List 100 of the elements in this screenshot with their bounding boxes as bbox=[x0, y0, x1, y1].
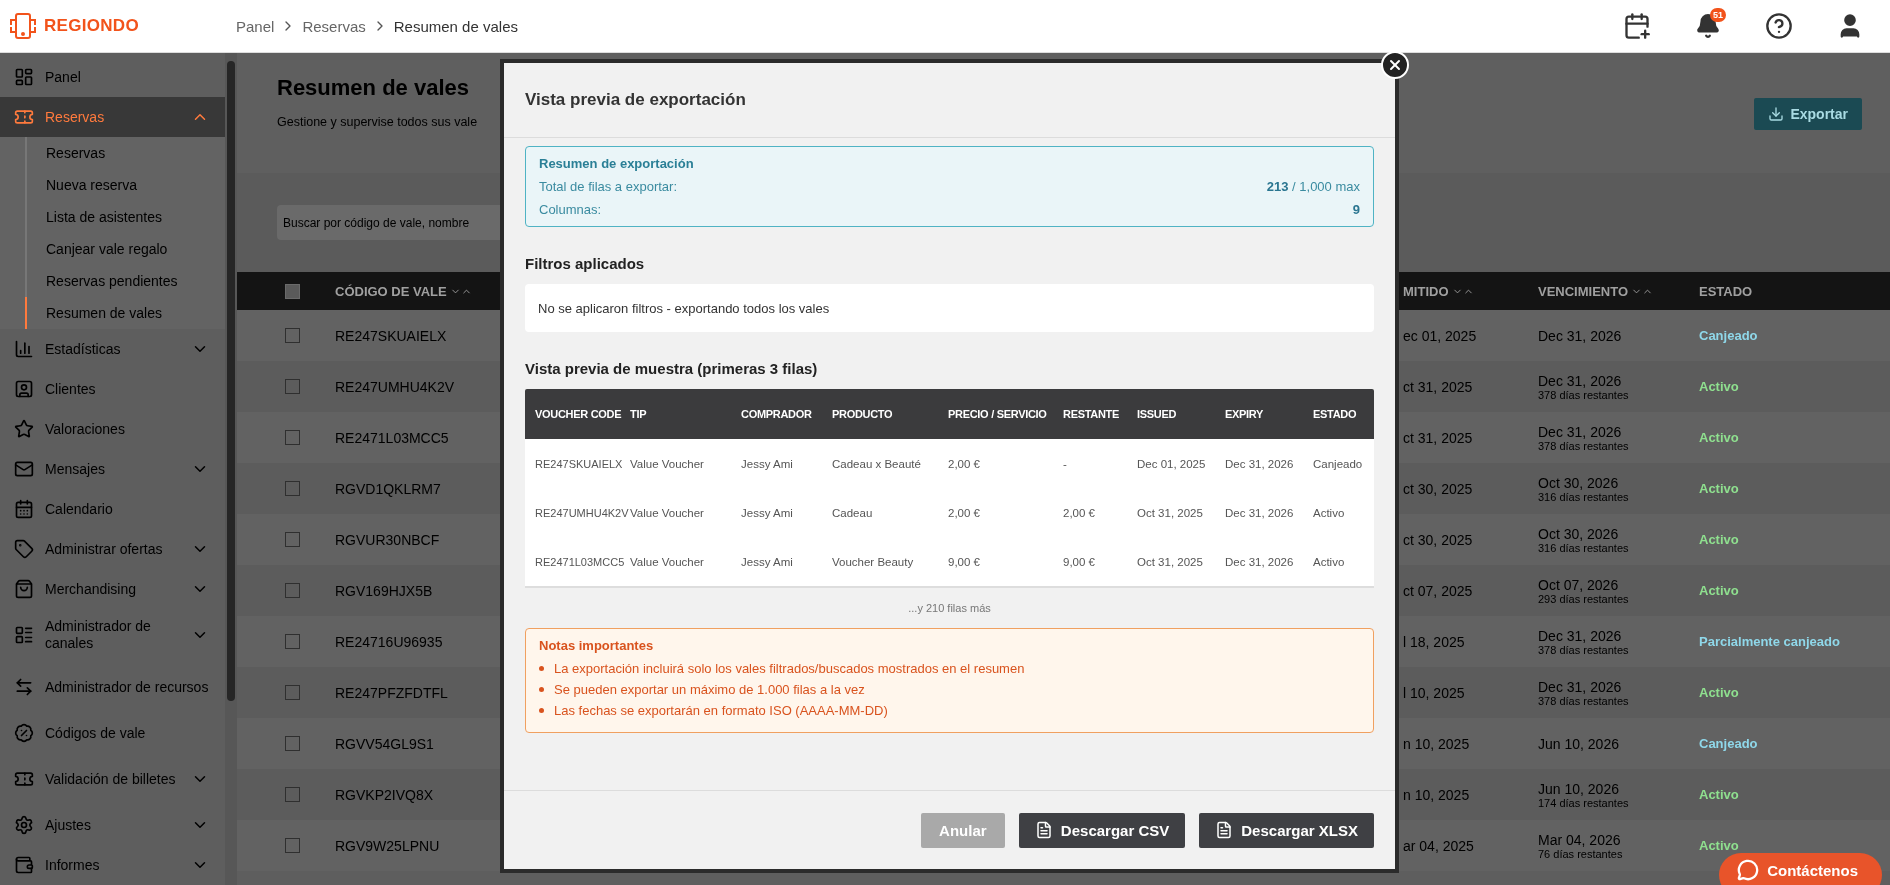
sidebar-item[interactable]: Informes bbox=[0, 845, 225, 885]
breadcrumb-link[interactable]: Panel bbox=[236, 17, 275, 35]
days-remaining: 378 días restantes bbox=[1538, 694, 1630, 707]
download-button[interactable]: Descargar XLSX bbox=[1199, 812, 1374, 848]
table-cell: RE247SKUAIELX bbox=[335, 327, 447, 344]
table-cell-text: Cadeau bbox=[832, 505, 874, 520]
table-cell-text: Jessy Ami bbox=[741, 554, 794, 569]
ticket-icon bbox=[14, 769, 34, 789]
row-checkbox[interactable] bbox=[285, 481, 300, 496]
table-cell: RGV169HJX5B bbox=[335, 582, 433, 599]
calendar-add-icon[interactable] bbox=[1623, 12, 1651, 40]
sidebar-item[interactable]: Administrar ofertas bbox=[0, 529, 225, 569]
dashboard-icon bbox=[14, 67, 34, 87]
row-checkbox[interactable] bbox=[285, 736, 300, 751]
status-text: Canjeado bbox=[1699, 736, 1759, 751]
table-cell-text: Jessy Ami bbox=[741, 456, 794, 471]
contact-icon bbox=[14, 379, 34, 399]
table-cell: RE2471L03MCC5 bbox=[335, 429, 449, 446]
export-button[interactable]: Exportar bbox=[1754, 98, 1862, 130]
scrollbar[interactable] bbox=[227, 61, 235, 701]
sidebar-item[interactable]: Validación de billetes bbox=[0, 753, 225, 805]
row-checkbox[interactable] bbox=[285, 634, 300, 649]
column-header[interactable]: MITIDO bbox=[1403, 283, 1538, 299]
page-title: Resumen de vales bbox=[277, 75, 470, 101]
breadcrumb-link[interactable]: Reservas bbox=[302, 17, 366, 35]
summary-title: Resumen de exportación bbox=[539, 156, 695, 171]
sidebar-item[interactable]: Administrador de recursos bbox=[0, 661, 225, 713]
column-header: COMPRADOR bbox=[741, 408, 813, 420]
column-header[interactable]: CÓDIGO DE VALE bbox=[335, 283, 472, 299]
table-cell: RGVKP2IVQ8X bbox=[335, 786, 434, 803]
close-icon bbox=[1387, 57, 1403, 73]
notifications-icon[interactable] bbox=[1695, 13, 1721, 39]
table-cell-text: Jessy Ami bbox=[741, 505, 794, 520]
days-remaining: 378 días restantes bbox=[1538, 388, 1630, 401]
table-cell-text: n 10, 2025 bbox=[1403, 735, 1471, 752]
table-cell-text: ar 04, 2025 bbox=[1403, 837, 1475, 854]
column-header: PRODUCTO bbox=[832, 408, 894, 420]
table-cell-text: RE247UMHU4K2V bbox=[534, 505, 630, 520]
table-cell-text: - bbox=[1063, 456, 1068, 471]
table-cell-text: Dec 31, 2026 bbox=[1538, 678, 1623, 695]
breadcrumb-link[interactable]: Resumen de vales bbox=[393, 17, 518, 35]
status-text: Activo bbox=[1699, 685, 1740, 700]
row-checkbox[interactable] bbox=[285, 328, 300, 343]
sidebar-item[interactable]: Administrador de canales bbox=[0, 609, 225, 661]
table-cell-text: Activo bbox=[1313, 554, 1346, 569]
note-text: Las fechas se exportarán en formato ISO (AAAA-MM-DD) bbox=[554, 703, 888, 718]
status-text: Parcialmente canjeado bbox=[1699, 634, 1841, 649]
sidebar-item[interactable]: Clientes bbox=[0, 369, 225, 409]
days-remaining: 174 días restantes bbox=[1538, 796, 1630, 809]
row-checkbox[interactable] bbox=[285, 838, 300, 853]
table-cell-text: Dec 31, 2026 bbox=[1225, 456, 1295, 471]
sidebar-item[interactable]: Reservas bbox=[0, 97, 225, 137]
table-cell-text: Dec 31, 2026 bbox=[1225, 554, 1295, 569]
chat-icon bbox=[1737, 859, 1760, 881]
table-cell-text: Dec 31, 2026 bbox=[1538, 372, 1623, 389]
table-cell-text: Jun 10, 2026 bbox=[1538, 780, 1620, 797]
sidebar-item[interactable]: Valoraciones bbox=[0, 409, 225, 449]
table-cell: RGVD1QKLRM7 bbox=[335, 480, 441, 497]
row-checkbox[interactable] bbox=[285, 685, 300, 700]
settings-icon bbox=[14, 815, 34, 835]
table-cell: RGV9W25LPNU bbox=[335, 837, 440, 854]
table-cell-text: l 18, 2025 bbox=[1403, 633, 1466, 650]
sidebar-item[interactable]: Códigos de vale bbox=[0, 713, 225, 753]
help-icon[interactable] bbox=[1765, 12, 1793, 40]
more-rows-note: ...y 210 filas más bbox=[907, 602, 992, 614]
column-header[interactable]: ESTADO bbox=[1699, 283, 1890, 299]
sidebar-item[interactable]: Ajustes bbox=[0, 805, 225, 845]
row-checkbox[interactable] bbox=[285, 583, 300, 598]
notes-title: Notas importantes bbox=[539, 638, 655, 653]
mail-icon bbox=[14, 459, 34, 479]
row-checkbox[interactable] bbox=[285, 787, 300, 802]
table-cell-text: ec 01, 2025 bbox=[1403, 327, 1478, 344]
row-checkbox[interactable] bbox=[285, 532, 300, 547]
sidebar-item[interactable]: Merchandising bbox=[0, 569, 225, 609]
sidebar-item[interactable]: Calendario bbox=[0, 489, 225, 529]
column-header: RESTANTE bbox=[1063, 408, 1121, 420]
summary-value: 9 bbox=[1352, 202, 1360, 217]
bullet-icon bbox=[539, 708, 544, 713]
column-header: PRECIO / SERVICIO bbox=[948, 408, 1048, 420]
sidebar-item[interactable]: Estadísticas bbox=[0, 329, 225, 369]
table-cell-text: Activo bbox=[1313, 505, 1346, 520]
download-button[interactable]: Descargar CSV bbox=[1018, 812, 1186, 848]
table-cell-text: Cadeau x Beauté bbox=[832, 456, 922, 471]
sidebar-item[interactable]: Panel bbox=[0, 57, 225, 97]
table-cell-text: Dec 31, 2026 bbox=[1538, 423, 1623, 440]
sidebar-item[interactable]: Mensajes bbox=[0, 449, 225, 489]
contact-button[interactable]: Contáctenos bbox=[1719, 853, 1882, 885]
shopping-bag-icon bbox=[14, 579, 34, 599]
note-text: La exportación incluirá solo los vales filtrados/buscados mostrados en el resumen bbox=[554, 661, 1025, 676]
table-cell-text: Value Voucher bbox=[630, 554, 705, 569]
table-cell-text: Dec 31, 2026 bbox=[1225, 505, 1295, 520]
column-header[interactable]: VENCIMIENTO bbox=[1538, 283, 1699, 299]
percent-icon bbox=[14, 723, 34, 743]
table-cell-text: Value Voucher bbox=[630, 505, 705, 520]
table-cell-text: Mar 04, 2026 bbox=[1538, 831, 1622, 848]
status-text: Activo bbox=[1699, 787, 1740, 802]
column-header: EXPIRY bbox=[1225, 408, 1265, 420]
row-checkbox[interactable] bbox=[285, 430, 300, 445]
days-remaining: 76 días restantes bbox=[1538, 847, 1624, 860]
row-checkbox[interactable] bbox=[285, 379, 300, 394]
